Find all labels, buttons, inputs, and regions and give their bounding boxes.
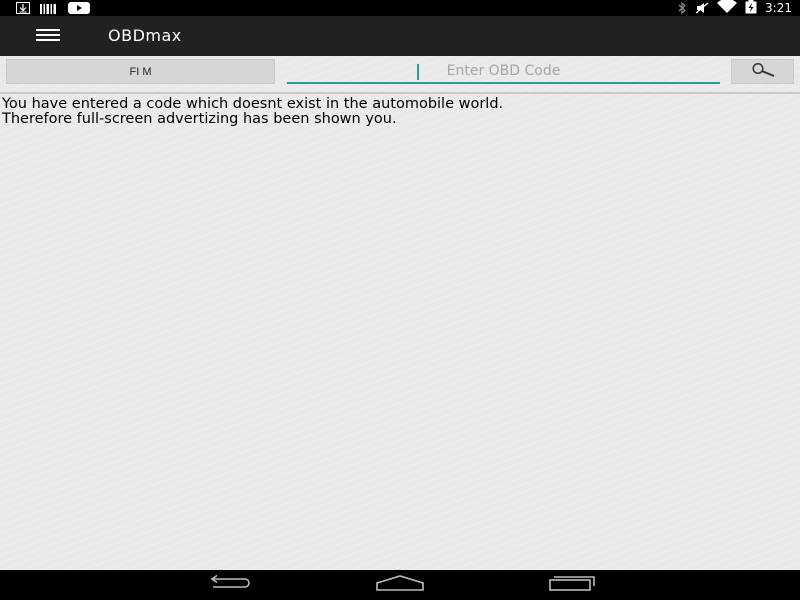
text-cursor (417, 64, 419, 80)
menu-button[interactable] (30, 24, 66, 48)
obd-code-input[interactable] (287, 60, 720, 84)
recents-button[interactable] (542, 574, 602, 596)
barcode-icon (40, 0, 58, 18)
navigation-bar (0, 570, 800, 600)
status-bar: 3:21 (0, 0, 800, 16)
search-icon (748, 62, 778, 82)
hamburger-icon-bar (36, 39, 60, 41)
download-icon (16, 0, 30, 18)
mute-icon (695, 0, 709, 18)
back-icon (205, 574, 253, 595)
home-icon (375, 575, 425, 595)
battery-icon (745, 0, 757, 18)
status-right-icons: 3:21 (677, 0, 792, 16)
wifi-icon (717, 0, 738, 18)
hamburger-icon-bar (36, 34, 60, 36)
message-line: You have entered a code which doesnt exi… (2, 96, 504, 112)
main-content: FI M You have entered a code which doesn… (0, 56, 800, 570)
message-line: Therefore full-screen advertizing has be… (2, 111, 397, 127)
hamburger-icon (36, 29, 60, 31)
app-title: OBDmax (108, 26, 182, 45)
message-text: You have entered a code which doesnt exi… (2, 97, 792, 127)
youtube-icon (68, 0, 90, 18)
status-time: 3:21 (765, 1, 792, 15)
status-left-icons (16, 0, 90, 16)
home-button[interactable] (370, 574, 430, 596)
mode-button[interactable]: FI M (6, 59, 275, 84)
recents-icon (548, 575, 596, 595)
search-button[interactable] (731, 59, 794, 84)
bluetooth-icon (677, 0, 687, 18)
search-row: FI M (0, 56, 800, 94)
app-bar: OBDmax (0, 16, 800, 56)
back-button[interactable] (199, 574, 259, 596)
